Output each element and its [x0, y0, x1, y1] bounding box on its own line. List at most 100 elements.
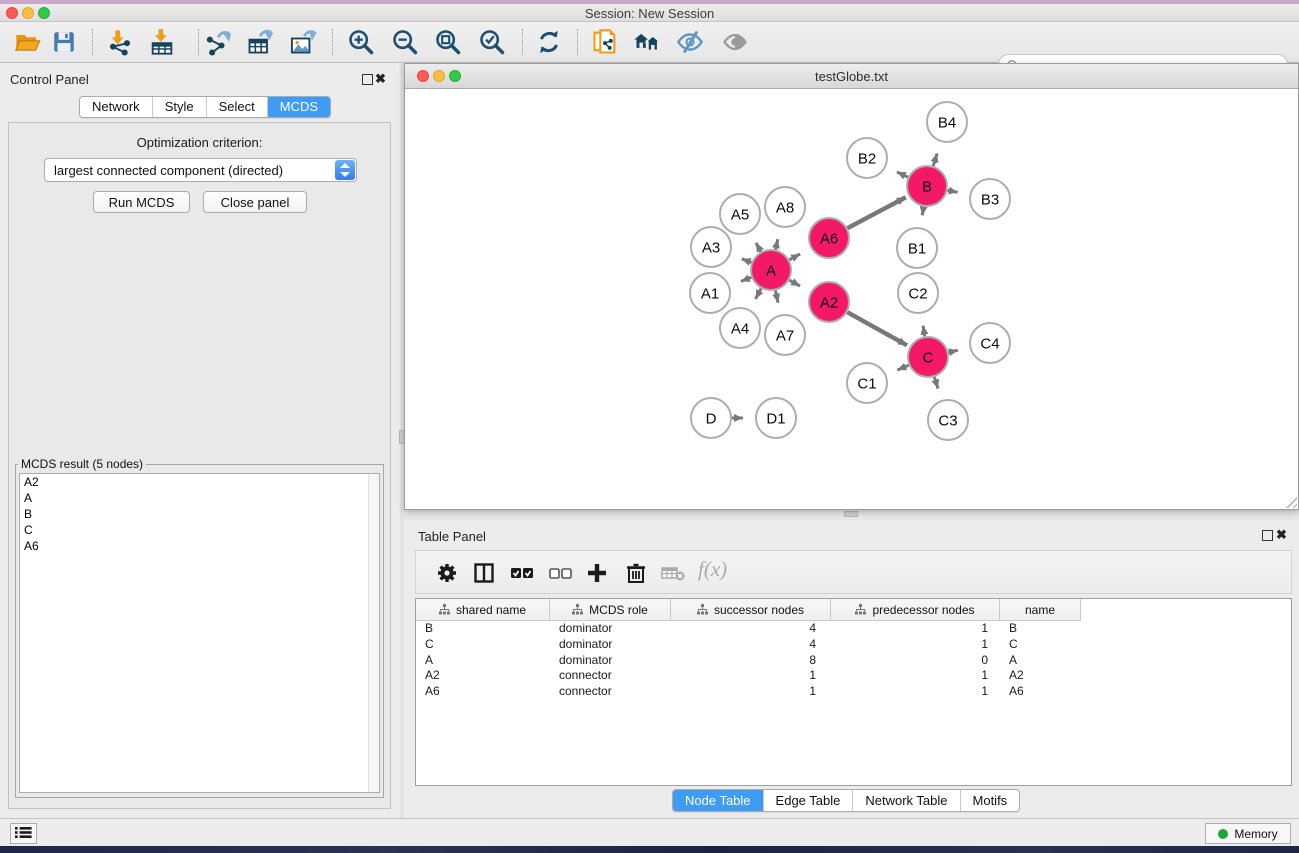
tab-edge-table[interactable]: Edge Table [763, 790, 853, 811]
graph-edge-A-A6[interactable] [789, 254, 800, 260]
zoom-out-button[interactable] [388, 25, 422, 59]
control-panel-titlebar: Control Panel ✖ [0, 63, 400, 93]
mcds-result-item[interactable]: B [20, 506, 379, 522]
toolbar-separator [522, 29, 523, 55]
tab-network-table[interactable]: Network Table [852, 790, 959, 811]
network-canvas[interactable]: B4B2BB3A8A5A6A3B1AA1C2A2A4A7C4CC1C3DD1 [405, 89, 1298, 509]
import-network-button[interactable] [103, 25, 137, 59]
graph-edge-A6-B[interactable] [848, 197, 906, 228]
table-row[interactable]: Adominator80A [416, 653, 1291, 669]
graph-edge-A-A1[interactable] [741, 277, 751, 281]
copy-network-button[interactable] [588, 25, 622, 59]
graph-edge-C-C1[interactable] [897, 365, 908, 370]
close-panel-button[interactable]: ✖ [375, 71, 386, 87]
unselect-all-columns-button[interactable] [543, 556, 577, 590]
save-session-button[interactable] [47, 25, 81, 59]
table-row[interactable]: A2connector11A2 [416, 668, 1291, 684]
hide-selected-button[interactable] [673, 25, 707, 59]
table-float-button[interactable] [1262, 530, 1273, 541]
control-panel-tabs: NetworkStyleSelectMCDS [79, 96, 331, 118]
hierarchy-sort-icon [439, 604, 450, 615]
graph-edge-C-C2[interactable] [923, 326, 925, 337]
refresh-layout-button[interactable] [532, 25, 566, 59]
task-history-button[interactable] [10, 823, 37, 844]
table-panel-title: Table Panel [418, 529, 486, 544]
mcds-result-item[interactable]: A2 [20, 474, 379, 490]
table-cell: 0 [831, 653, 1000, 669]
table-cell: connector [550, 684, 671, 700]
table-cell: A [416, 653, 550, 669]
tab-mcds[interactable]: MCDS [267, 97, 330, 117]
table-row[interactable]: Cdominator41C [416, 637, 1291, 653]
float-panel-button[interactable] [362, 74, 373, 85]
graph-edge-A-A2[interactable] [789, 280, 800, 286]
mcds-result-item[interactable]: A [20, 490, 379, 506]
run-mcds-button[interactable]: Run MCDS [93, 191, 190, 213]
column-header-shared-name[interactable]: shared name [416, 599, 550, 621]
tab-node-table[interactable]: Node Table [673, 790, 763, 811]
open-session-button[interactable] [11, 25, 45, 59]
first-neighbors-button[interactable] [630, 25, 664, 59]
graph-node-label: A6 [820, 230, 838, 247]
select-stepper-icon [335, 160, 355, 180]
zoom-selected-button[interactable] [475, 25, 509, 59]
table-settings-button[interactable] [430, 556, 464, 590]
mcds-result-item[interactable]: C [20, 522, 379, 538]
list-scrollbar[interactable] [368, 474, 379, 792]
show-all-button[interactable] [718, 25, 752, 59]
network-window-titlebar[interactable]: testGlobe.txt [405, 64, 1298, 89]
network-graph: B4B2BB3A8A5A6A3B1AA1C2A2A4A7C4CC1C3DD1 [405, 89, 1298, 509]
table-row[interactable]: Bdominator41B [416, 621, 1291, 637]
tab-style[interactable]: Style [152, 97, 206, 117]
mcds-result-group: MCDS result (5 nodes) A2ABCA6 [15, 457, 384, 798]
copy-network-document-icon [591, 28, 619, 56]
control-panel-title: Control Panel [10, 72, 89, 87]
column-header-MCDS-role[interactable]: MCDS role [550, 599, 671, 621]
eye-icon [721, 28, 749, 56]
graph-node-label: A4 [731, 320, 749, 337]
graph-edge-A-A4[interactable] [756, 289, 762, 299]
export-table-button[interactable] [243, 25, 277, 59]
close-mcds-panel-button[interactable]: Close panel [203, 191, 307, 213]
tab-select[interactable]: Select [206, 97, 267, 117]
tab-motifs[interactable]: Motifs [960, 790, 1020, 811]
graph-edge-C-C3[interactable] [934, 377, 938, 389]
graph-node-label: A5 [731, 206, 749, 223]
graph-edge-A-A5[interactable] [756, 243, 761, 252]
mcds-result-list[interactable]: A2ABCA6 [19, 473, 380, 793]
tab-network[interactable]: Network [80, 97, 152, 117]
graph-node-label: A8 [776, 199, 794, 216]
optimization-criterion-select[interactable]: largest connected component (directed) [44, 158, 357, 182]
split-column-icon [472, 561, 496, 585]
graph-edge-A2-C[interactable] [847, 312, 907, 345]
graph-edge-B-B1[interactable] [922, 207, 923, 216]
create-column-button[interactable] [580, 556, 614, 590]
table-cell: A2 [416, 668, 550, 684]
export-image-button[interactable] [286, 25, 320, 59]
table-close-button[interactable]: ✖ [1276, 527, 1287, 543]
divider-grip-horizontal[interactable] [844, 511, 858, 517]
zoom-in-button[interactable] [344, 25, 378, 59]
graph-edge-B-B3[interactable] [948, 190, 958, 192]
zoom-fit-button[interactable] [431, 25, 465, 59]
graph-edge-A-A8[interactable] [776, 239, 778, 249]
export-network-button[interactable] [201, 25, 235, 59]
mcds-result-item[interactable]: A6 [20, 538, 379, 554]
show-columns-button[interactable] [467, 556, 501, 590]
column-header-predecessor-nodes[interactable]: predecessor nodes [831, 599, 1000, 621]
graph-edge-C-C4[interactable] [948, 350, 957, 352]
graph-edge-B-B2[interactable] [897, 172, 908, 177]
selected-criterion: largest connected component (directed) [54, 163, 283, 178]
graph-node-label: C4 [980, 335, 999, 352]
column-header-successor-nodes[interactable]: successor nodes [671, 599, 831, 621]
import-table-button[interactable] [145, 25, 179, 59]
memory-button[interactable]: Memory [1205, 823, 1291, 844]
graph-edge-A-A7[interactable] [775, 291, 778, 303]
graph-edge-A-A3[interactable] [742, 259, 752, 263]
graph-edge-B-B4[interactable] [933, 153, 937, 165]
select-all-columns-button[interactable] [505, 556, 539, 590]
toolbar-separator [332, 29, 333, 55]
delete-column-button[interactable] [619, 556, 653, 590]
column-header-name[interactable]: name [1000, 599, 1081, 621]
table-row[interactable]: A6connector11A6 [416, 684, 1291, 700]
